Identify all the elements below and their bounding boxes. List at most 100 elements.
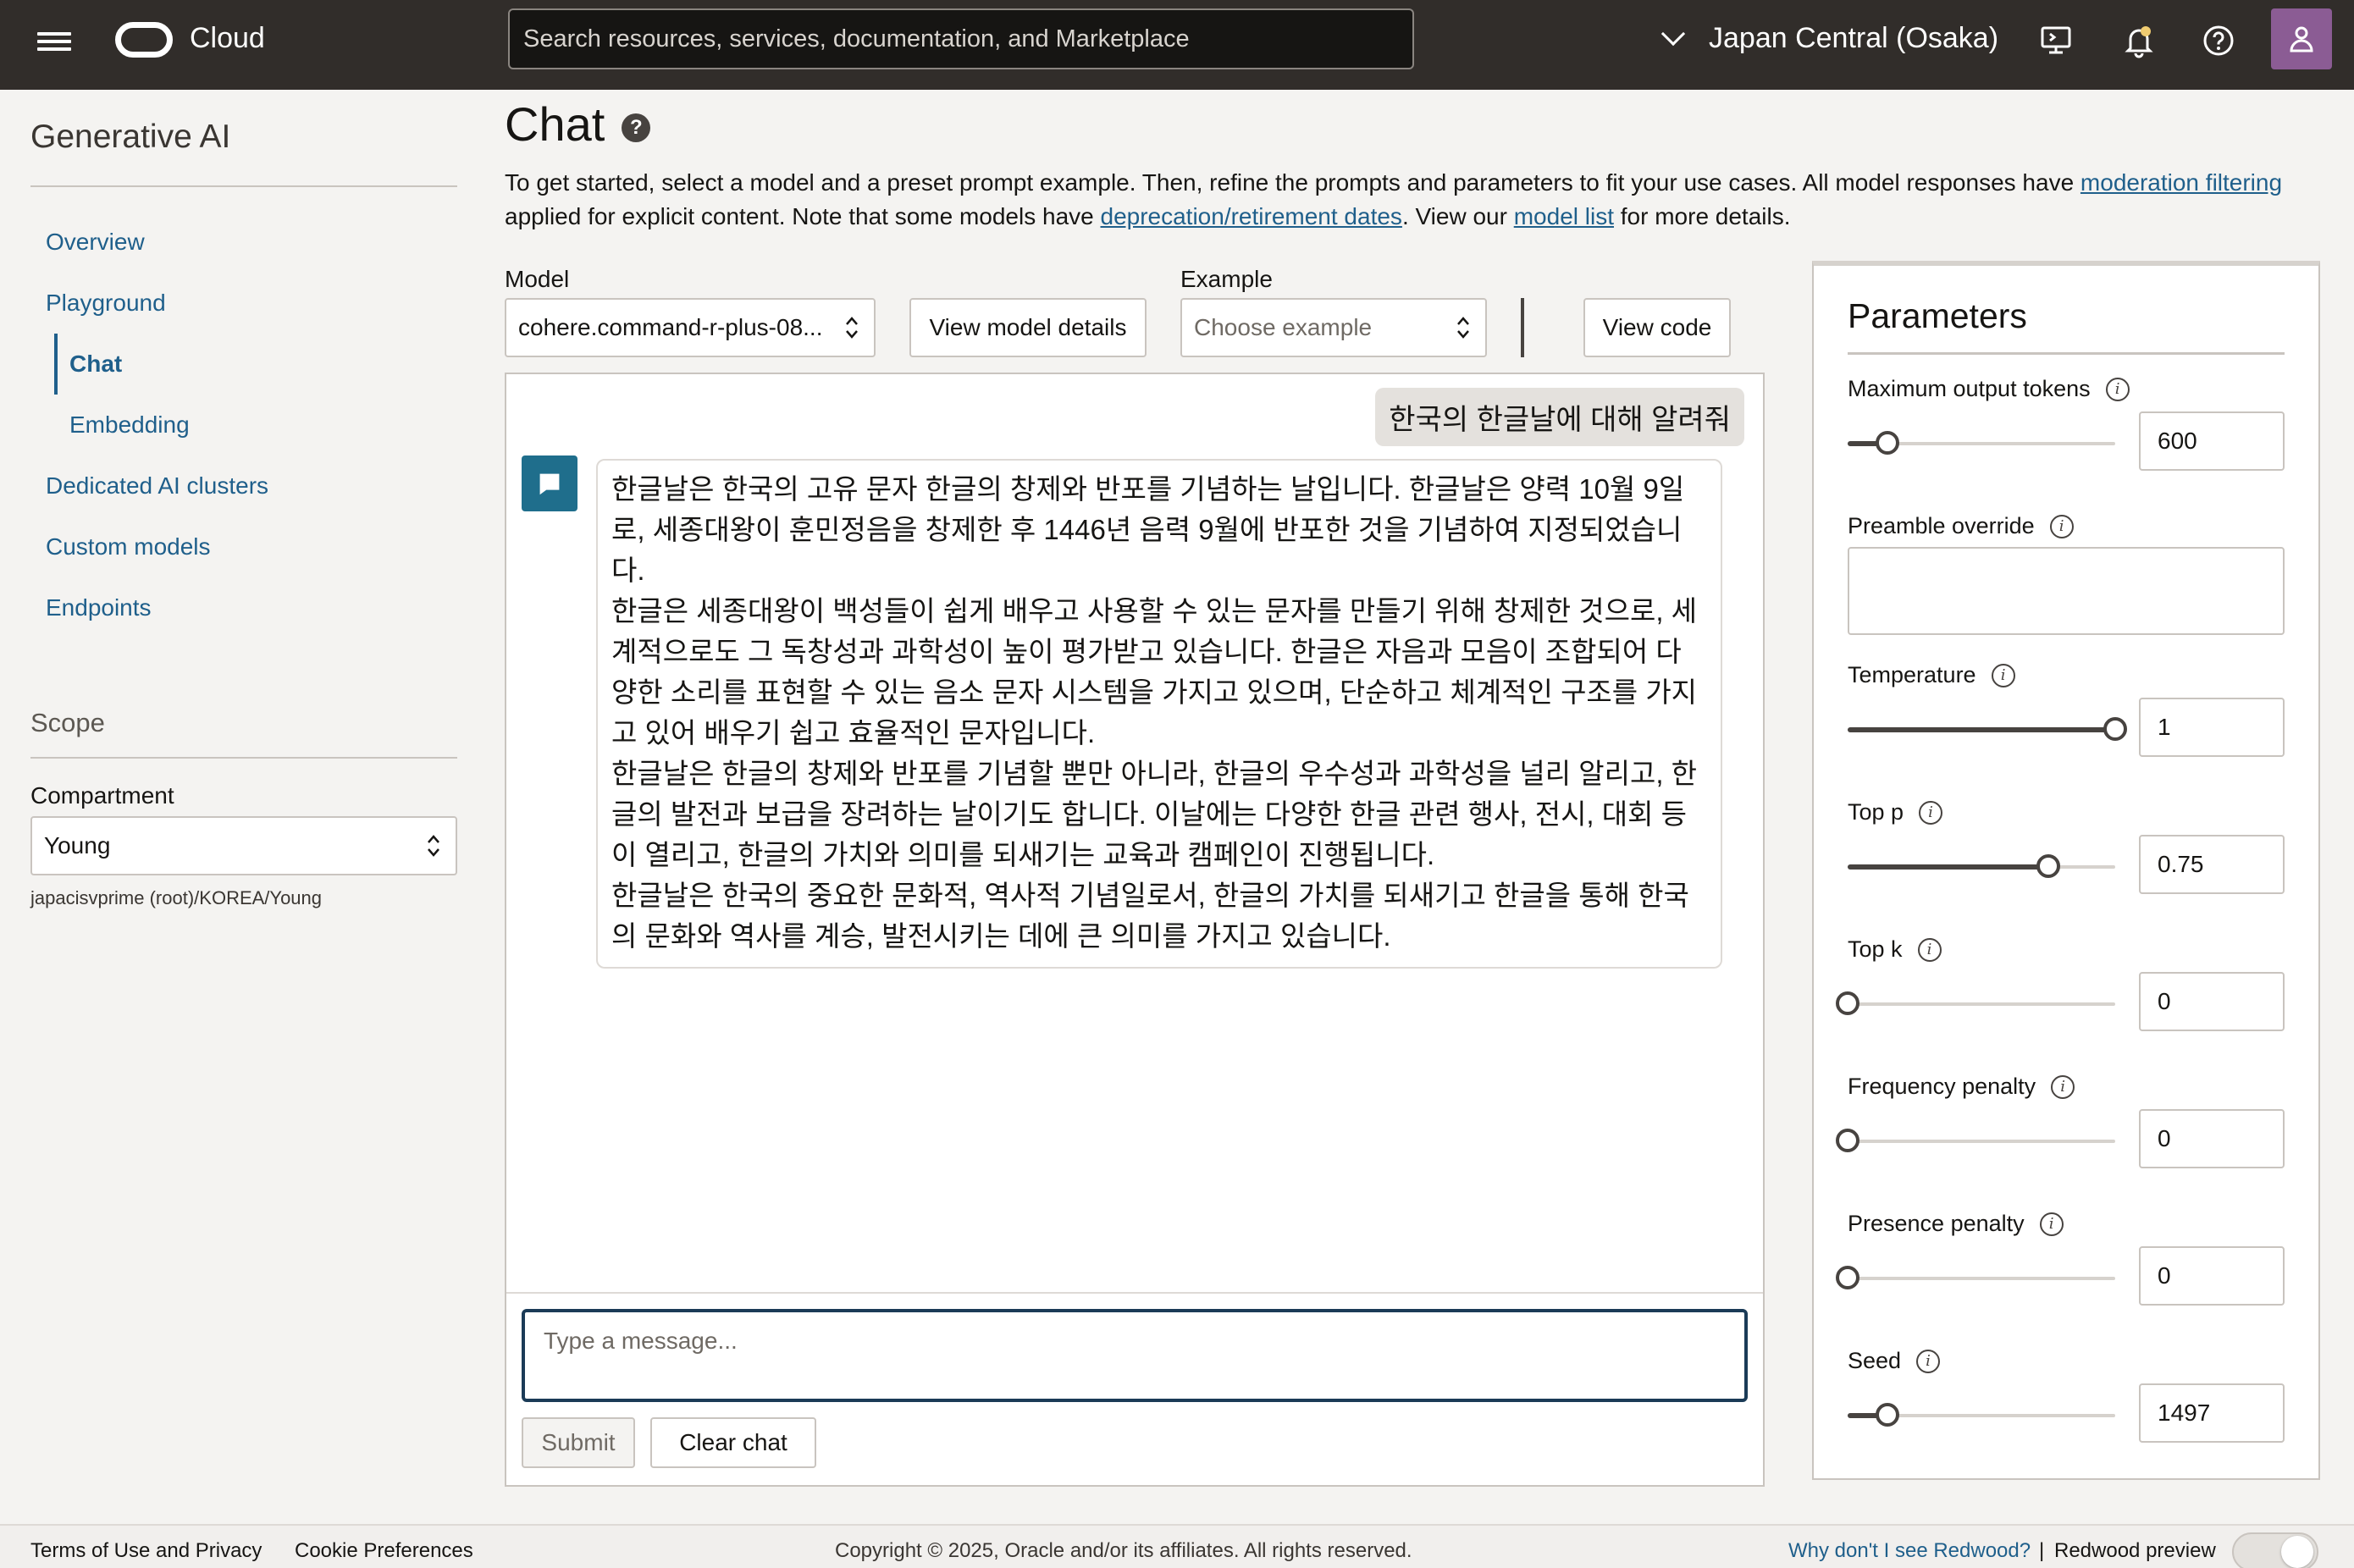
example-placeholder: Choose example [1194,314,1373,340]
top-k-slider[interactable] [1836,991,2115,1015]
message-input[interactable] [522,1309,1748,1402]
bot-message-paragraph: 한글은 세종대왕이 백성들이 쉽게 배우고 사용할 수 있는 문자를 만들기 위… [611,595,1698,748]
help-icon[interactable] [2200,22,2237,59]
seed-input[interactable]: 1497 [2139,1383,2285,1443]
top-k-input[interactable]: 0 [2139,972,2285,1031]
page-title: Chat ? [505,97,651,152]
presence-penalty-label: Presence penalty i [1848,1211,2064,1237]
model-label: Model [505,266,570,292]
copyright: Copyright © 2025, Oracle and/or its affi… [835,1539,1412,1562]
intro-part: for more details. [1613,203,1791,229]
notifications-bell-icon[interactable] [2120,22,2158,59]
slider-handle[interactable] [2036,854,2060,878]
region-label: Japan Central (Osaka) [1709,22,1999,54]
preamble-textarea[interactable] [1848,547,2285,635]
search-input[interactable] [508,8,1414,69]
menu-icon[interactable] [37,28,71,62]
parameters-title: Parameters [1848,296,2027,335]
model-list-link[interactable]: model list [1514,203,1614,229]
user-avatar[interactable] [2271,8,2332,69]
top-header: Cloud Japan Central (Osaka) [0,0,2354,90]
redwood-link[interactable]: Why don't I see Redwood? [1788,1539,2031,1563]
divider [30,757,457,759]
help-icon[interactable]: ? [622,113,651,142]
brand-name[interactable]: Cloud [190,22,265,55]
view-code-button[interactable]: View code [1583,298,1731,357]
bot-message: 한글날은 한국의 고유 문자 한글의 창제와 반포를 기념하는 날입니다. 한글… [596,459,1722,969]
info-icon[interactable]: i [1917,937,1942,962]
view-model-details-button[interactable]: View model details [909,298,1147,357]
slider-handle[interactable] [1836,1129,1859,1152]
sidebar-item-endpoints[interactable]: Endpoints [46,594,152,621]
slider-handle[interactable] [1836,991,1859,1015]
terms-link[interactable]: Terms of Use and Privacy [30,1539,262,1563]
top-p-input[interactable]: 0.75 [2139,835,2285,894]
user-message: 한국의 한글날에 대해 알려줘 [1375,388,1744,446]
scope-title: Scope [30,708,105,737]
info-icon[interactable]: i [2051,1074,2075,1099]
info-icon[interactable]: i [1916,1349,1941,1373]
page-title-text: Chat [505,97,605,151]
intro-text: To get started, select a model and a pre… [505,166,2342,234]
divider [506,1292,1763,1294]
slider-handle[interactable] [1836,1266,1859,1289]
sidebar-item-custom-models[interactable]: Custom models [46,533,211,560]
presence-penalty-label-text: Presence penalty [1848,1211,2025,1236]
max-tokens-input[interactable]: 600 [2139,411,2285,471]
cookie-preferences-link[interactable]: Cookie Preferences [295,1539,473,1563]
seed-label: Seed i [1848,1348,1941,1374]
sidebar-item-playground[interactable]: Playground [46,290,166,317]
slider-handle[interactable] [2103,717,2127,741]
temperature-label-text: Temperature [1848,662,1976,687]
parameters-panel: Parameters Maximum output tokens i 600 Pr… [1812,261,2320,1480]
info-icon[interactable]: i [1919,800,1943,825]
info-icon[interactable]: i [2105,377,2130,401]
temperature-slider[interactable] [1848,717,2127,741]
preamble-label: Preamble override i [1848,513,2074,539]
top-p-label: Top p i [1848,799,1943,825]
info-icon[interactable]: i [2039,1212,2064,1236]
model-select[interactable]: cohere.command-r-plus-08... [505,298,876,357]
seed-slider[interactable] [1848,1403,2115,1427]
info-icon[interactable]: i [2049,514,2074,538]
moderation-filtering-link[interactable]: moderation filtering [2080,169,2282,196]
frequency-penalty-slider[interactable] [1836,1129,2115,1152]
sidebar-item-chat[interactable]: Chat [69,351,122,378]
intro-part: To get started, select a model and a pre… [505,169,2080,196]
compartment-select[interactable]: Young [30,816,457,875]
temperature-input[interactable]: 1 [2139,698,2285,757]
slider-handle[interactable] [1876,431,1900,455]
sidebar-item-overview[interactable]: Overview [46,229,145,256]
frequency-penalty-input[interactable]: 0 [2139,1109,2285,1168]
oracle-logo-icon[interactable] [115,22,173,58]
chat-panel: 한국의 한글날에 대해 알려줘 한글날은 한국의 고유 문자 한글의 창제와 반… [505,373,1765,1487]
active-indicator [54,334,58,395]
redwood-preview-toggle[interactable] [2232,1532,2318,1568]
info-icon[interactable]: i [1991,663,2015,687]
chevron-down-icon [1661,21,1686,46]
top-p-label-text: Top p [1848,799,1904,825]
model-value: cohere.command-r-plus-08... [518,314,823,340]
bot-message-paragraph: 한글날은 한국의 중요한 문화적, 역사적 기념일로서, 한글의 가치를 되새기… [611,880,1689,952]
cloud-shell-icon[interactable] [2037,22,2075,59]
sort-updown-icon [428,835,439,857]
compartment-path: japacisvprime (root)/KOREA/Young [30,887,323,908]
presence-penalty-slider[interactable] [1836,1266,2115,1289]
temperature-label: Temperature i [1848,662,2015,688]
clear-chat-button[interactable]: Clear chat [650,1417,816,1468]
example-select[interactable]: Choose example [1180,298,1487,357]
sidebar-item-dedicated-ai-clusters[interactable]: Dedicated AI clusters [46,472,268,500]
submit-button[interactable]: Submit [522,1417,635,1468]
deprecation-dates-link[interactable]: deprecation/retirement dates [1101,203,1402,229]
presence-penalty-input[interactable]: 0 [2139,1246,2285,1306]
preamble-label-text: Preamble override [1848,513,2035,538]
top-p-slider[interactable] [1848,854,2115,878]
bot-message-paragraph: 한글날은 한국의 고유 문자 한글의 창제와 반포를 기념하는 날입니다. 한글… [611,473,1685,586]
compartment-label: Compartment [30,782,174,809]
max-tokens-slider[interactable] [1848,431,2115,455]
region-selector[interactable]: Japan Central (Osaka) [1661,21,1999,55]
slider-handle[interactable] [1876,1403,1900,1427]
sidebar-item-embedding[interactable]: Embedding [69,411,190,439]
redwood-preview-label: Redwood preview [2054,1539,2216,1562]
sort-updown-icon [846,317,858,339]
